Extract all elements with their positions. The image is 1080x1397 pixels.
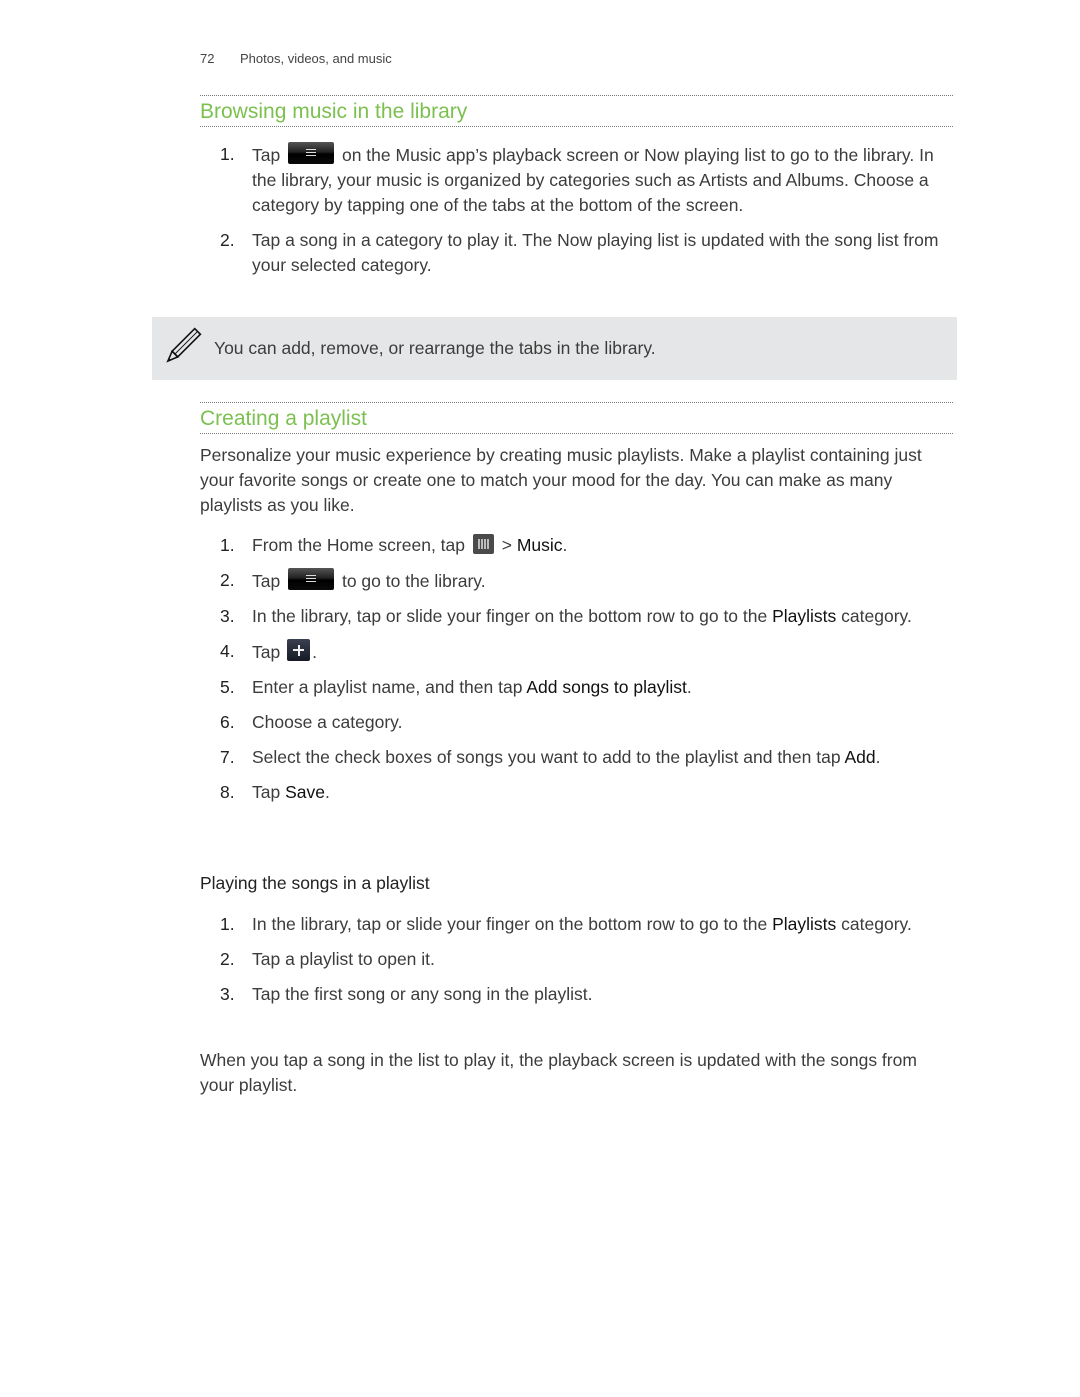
all-apps-icon [472,534,494,554]
list-item: 2. Tap a playlist to open it. [200,947,940,972]
list-item: 1. From the Home screen, tap > Music. [200,533,940,558]
step-text: to go to the library. [341,571,486,591]
step-text: Select the check boxes of songs you want… [252,747,845,767]
list-item: 4. Tap . [200,639,940,665]
step-text: Tap [252,642,281,662]
list-item: 6. Choose a category. [200,710,940,735]
list-item: 3. Tap the first song or any song in the… [200,982,940,1007]
step-number: 5. [220,677,235,697]
step-text: category. [836,914,912,934]
step-text: . [562,535,568,555]
add-icon [287,639,311,661]
step-number: 1. [220,144,235,164]
list-item: 7. Select the check boxes of songs you w… [200,745,940,770]
step-number: 3. [220,984,235,1004]
ui-label: Playlists [772,606,837,626]
step-number: 2. [220,949,235,969]
step-text: . [875,747,881,767]
section-title-browsing: Browsing music in the library [200,95,953,127]
step-number: 7. [220,747,235,767]
step-number: 2. [220,570,235,590]
step-number: 1. [220,914,235,934]
step-text: category. [836,606,912,626]
creating-steps: 1. From the Home screen, tap > Music. 2.… [200,533,940,815]
step-text: Enter a playlist name, and then tap [252,677,527,697]
page-number: 72 [200,51,215,66]
playing-steps: 1. In the library, tap or slide your fin… [200,912,940,1017]
section-title-creating: Creating a playlist [200,402,953,434]
list-item: 1. In the library, tap or slide your fin… [200,912,940,937]
step-number: 8. [220,782,235,802]
note-text: You can add, remove, or rearrange the ta… [214,338,656,358]
intro-paragraph: Personalize your music experience by cre… [200,445,922,515]
step-text: Tap a song in a category to play it. The… [252,230,939,275]
step-text: > [496,535,517,555]
list-item: 5. Enter a playlist name, and then tap A… [200,675,940,700]
step-text: Tap [252,145,281,165]
step-text: From the Home screen, tap [252,535,465,555]
menu-icon [288,568,335,590]
step-number: 2. [220,230,235,250]
list-item: 2. Tap to go to the library. [200,568,940,594]
ui-label: Add [844,747,876,767]
step-text: Tap the first song or any song in the pl… [252,984,593,1004]
step-text: Tap [252,571,281,591]
step-text: Choose a category. [252,712,403,732]
step-number: 4. [220,641,235,661]
step-number: 6. [220,712,235,732]
step-text: . [312,642,317,662]
step-text: . [324,782,330,802]
ui-label: Music [516,535,563,555]
step-text: Tap [252,782,286,802]
page-header: 72 Photos, videos, and music [200,51,392,66]
ui-label: Save [285,782,325,802]
step-text: In the library, tap or slide your finger… [252,606,773,626]
list-item: 3. In the library, tap or slide your fin… [200,604,940,629]
closing-paragraph: When you tap a song in the list to play … [200,1050,917,1095]
step-text: Tap a playlist to open it. [252,949,435,969]
note-box: You can add, remove, or rearrange the ta… [152,317,957,380]
browsing-steps: 1. Tap on the Music app’s playback scree… [200,142,940,288]
list-item: 2. Tap a song in a category to play it. … [200,228,940,278]
step-text: In the library, tap or slide your finger… [252,914,773,934]
list-item: 8. Tap Save. [200,780,940,805]
step-text: on the Music app’s playback screen or No… [252,145,934,215]
step-number: 3. [220,606,235,626]
step-number: 1. [220,535,235,555]
subheading: Playing the songs in a playlist [200,873,430,893]
list-item: 1. Tap on the Music app’s playback scree… [200,142,940,218]
chapter-title: Photos, videos, and music [240,51,392,66]
menu-icon [288,142,335,164]
step-text: . [686,677,692,697]
ui-label: Playlists [772,914,837,934]
pencil-icon [166,327,202,363]
ui-label: Add songs to playlist [526,677,687,697]
